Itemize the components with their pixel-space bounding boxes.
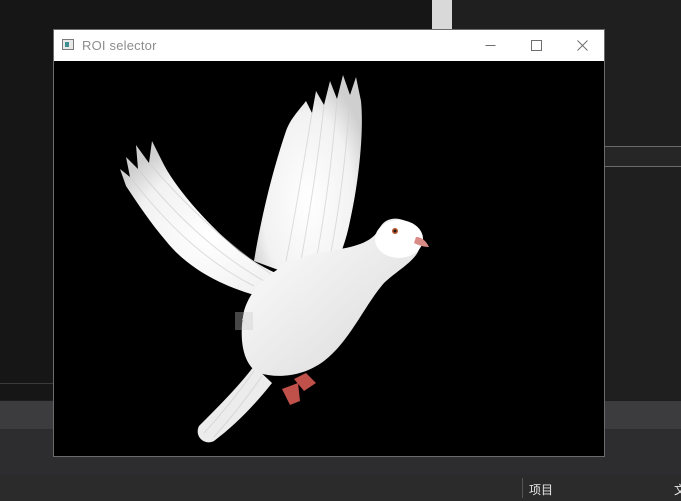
ide-divider (605, 146, 681, 147)
ide-status-bar (0, 475, 681, 501)
status-divider (522, 478, 523, 498)
status-extra-label[interactable]: 文 (674, 481, 681, 498)
white-dove-image (54, 61, 604, 456)
app-window-icon (62, 39, 74, 50)
ide-divider (605, 166, 681, 167)
image-canvas[interactable]: x (54, 61, 604, 456)
minimize-icon (485, 45, 495, 46)
maximize-button[interactable] (513, 30, 559, 61)
minimize-button[interactable] (467, 30, 513, 61)
ide-scrollbar-strip[interactable] (432, 0, 452, 30)
roi-selector-window: ROI selector x (53, 29, 605, 457)
ide-side-panel-row[interactable] (605, 147, 681, 166)
close-button[interactable] (559, 30, 605, 61)
desktop: 项目 文 ROI selector x (0, 0, 681, 501)
window-title: ROI selector (82, 38, 157, 53)
roi-selection-marker[interactable]: x (235, 312, 253, 330)
maximize-icon (530, 40, 542, 51)
window-titlebar[interactable]: ROI selector (54, 30, 604, 61)
status-project-label[interactable]: 项目 (529, 481, 553, 498)
ide-divider (0, 383, 54, 384)
close-icon (576, 40, 588, 51)
